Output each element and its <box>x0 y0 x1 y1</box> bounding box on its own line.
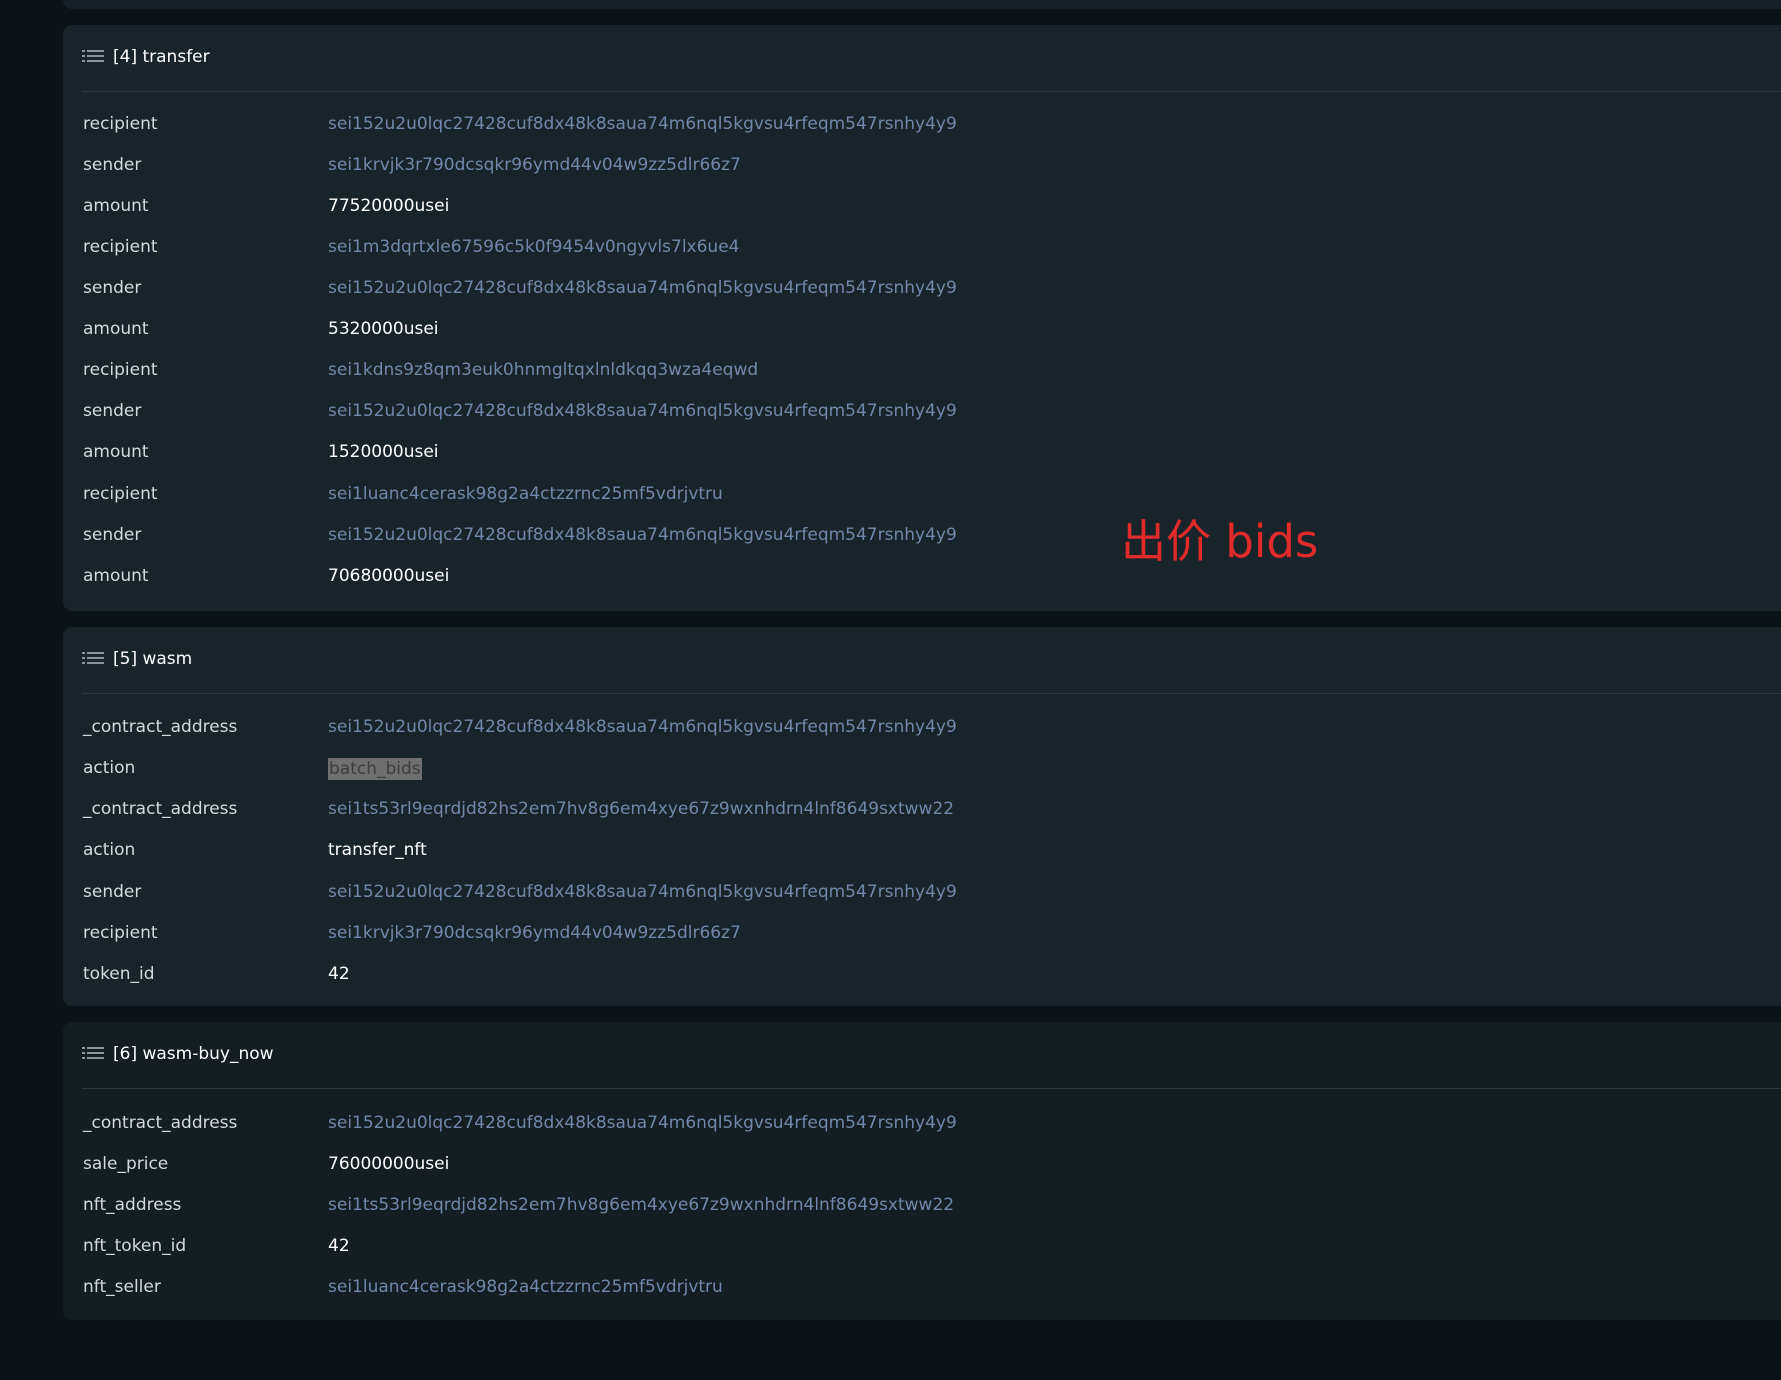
attribute-row: amount 70680000usei <box>83 555 1683 596</box>
attribute-key: sender <box>83 155 142 175</box>
attribute-key: nft_seller <box>83 1277 161 1297</box>
address-link[interactable]: sei152u2u0lqc27428cuf8dx48k8saua74m6nql5… <box>328 1113 957 1133</box>
address-link[interactable]: sei1krvjk3r790dcsqkr96ymd44v04w9zz5dlr66… <box>328 155 741 175</box>
address-link[interactable]: sei1luanc4cerask98g2a4ctzzrnc25mf5vdrjvt… <box>328 1277 723 1297</box>
attribute-key: sender <box>83 401 142 421</box>
attribute-key: recipient <box>83 923 158 943</box>
attribute-row: amount 1520000usei <box>83 431 1683 472</box>
attribute-key: nft_token_id <box>83 1236 187 1256</box>
address-link[interactable]: sei152u2u0lqc27428cuf8dx48k8saua74m6nql5… <box>328 401 957 421</box>
attribute-value: 70680000usei <box>328 566 450 586</box>
attribute-key: _contract_address <box>83 799 238 819</box>
attribute-key: action <box>83 840 136 860</box>
attribute-key: amount <box>83 196 149 216</box>
list-icon <box>82 1047 104 1059</box>
attribute-key: _contract_address <box>83 1113 238 1133</box>
attribute-row: recipient sei1m3dqrtxle67596c5k0f9454v0ng… <box>83 226 1683 267</box>
attribute-key: recipient <box>83 360 158 380</box>
annotation-label: 出价 bids <box>1121 515 1319 568</box>
attribute-key: recipient <box>83 237 158 257</box>
address-link[interactable]: sei152u2u0lqc27428cuf8dx48k8saua74m6nql5… <box>328 882 957 902</box>
event-header: [5] wasm <box>82 627 1781 694</box>
event-title: [4] transfer <box>113 47 210 67</box>
attribute-key: recipient <box>83 484 158 504</box>
attribute-row: recipient sei152u2u0lqc27428cuf8dx48k8sau… <box>83 103 1683 144</box>
address-link[interactable]: sei1luanc4cerask98g2a4ctzzrnc25mf5vdrjvt… <box>328 484 723 504</box>
attribute-row: sender sei152u2u0lqc27428cuf8dx48k8saua74… <box>83 267 1683 308</box>
address-link[interactable]: sei1ts53rl9eqrdjd82hs2em7hv8g6em4xye67z9… <box>328 799 954 819</box>
attribute-row: recipient sei1luanc4cerask98g2a4ctzzrnc25… <box>83 473 1683 514</box>
attribute-key: sender <box>83 525 142 545</box>
address-link[interactable]: sei1ts53rl9eqrdjd82hs2em7hv8g6em4xye67z9… <box>328 1195 954 1215</box>
attribute-row: action transfer_nft <box>83 829 1683 870</box>
event-title: [5] wasm <box>113 649 193 669</box>
highlighted-value: batch_bids <box>328 758 422 780</box>
attribute-row: nft_token_id 42 <box>83 1225 1683 1266</box>
attribute-row: _contract_address sei152u2u0lqc27428cuf8d… <box>83 706 1683 747</box>
attribute-value: 77520000usei <box>328 196 450 216</box>
attribute-key: sale_price <box>83 1154 169 1174</box>
attribute-value: 76000000usei <box>328 1154 450 1174</box>
attribute-value: 42 <box>328 1236 350 1256</box>
attribute-key: action <box>83 758 136 778</box>
address-link[interactable]: sei1kdns9z8qm3euk0hnmgltqxlnldkqq3wza4eq… <box>328 360 758 380</box>
attribute-row: amount 5320000usei <box>83 308 1683 349</box>
previous-panel-edge <box>63 0 1781 9</box>
event-title: [6] wasm-buy_now <box>113 1044 274 1064</box>
address-link[interactable]: sei152u2u0lqc27428cuf8dx48k8saua74m6nql5… <box>328 114 957 134</box>
attribute-value: 42 <box>328 964 350 984</box>
attribute-key: sender <box>83 278 142 298</box>
attribute-row: amount 77520000usei <box>83 185 1683 226</box>
attribute-value: transfer_nft <box>328 840 427 860</box>
event-panel-transfer: [4] transfer recipient sei152u2u0lqc27428… <box>63 25 1781 611</box>
event-panel-wasm-buy-now: [6] wasm-buy_now _contract_address sei152… <box>63 1022 1781 1320</box>
attribute-row: action batch_bids <box>83 747 1683 788</box>
attribute-row: sender sei152u2u0lqc27428cuf8dx48k8saua74… <box>83 390 1683 431</box>
list-icon <box>82 652 104 664</box>
attribute-key: amount <box>83 442 149 462</box>
attribute-key: token_id <box>83 964 155 984</box>
address-link[interactable]: sei152u2u0lqc27428cuf8dx48k8saua74m6nql5… <box>328 278 957 298</box>
attribute-row: token_id 42 <box>83 953 1683 994</box>
attribute-key: _contract_address <box>83 717 238 737</box>
attribute-row: _contract_address sei1ts53rl9eqrdjd82hs2e… <box>83 788 1683 829</box>
attribute-row: nft_address sei1ts53rl9eqrdjd82hs2em7hv8g… <box>83 1184 1683 1225</box>
attribute-row: recipient sei1krvjk3r790dcsqkr96ymd44v04w… <box>83 912 1683 953</box>
attribute-row: sale_price 76000000usei <box>83 1143 1683 1184</box>
attribute-value: 1520000usei <box>328 442 439 462</box>
address-link[interactable]: sei1krvjk3r790dcsqkr96ymd44v04w9zz5dlr66… <box>328 923 741 943</box>
attribute-row: sender sei152u2u0lqc27428cuf8dx48k8saua74… <box>83 871 1683 912</box>
event-header: [4] transfer <box>82 25 1781 92</box>
attribute-row: sender sei1krvjk3r790dcsqkr96ymd44v04w9zz… <box>83 144 1683 185</box>
attribute-row: sender sei152u2u0lqc27428cuf8dx48k8saua74… <box>83 514 1683 555</box>
attribute-key: recipient <box>83 114 158 134</box>
attribute-key: nft_address <box>83 1195 182 1215</box>
attribute-key: amount <box>83 566 149 586</box>
address-link[interactable]: sei152u2u0lqc27428cuf8dx48k8saua74m6nql5… <box>328 717 957 737</box>
attribute-row: nft_seller sei1luanc4cerask98g2a4ctzzrnc2… <box>83 1266 1683 1307</box>
attribute-value: 5320000usei <box>328 319 439 339</box>
address-link[interactable]: sei1m3dqrtxle67596c5k0f9454v0ngyvls7lx6u… <box>328 237 739 257</box>
attribute-row: _contract_address sei152u2u0lqc27428cuf8d… <box>83 1102 1683 1143</box>
attribute-row: recipient sei1kdns9z8qm3euk0hnmgltqxlnldk… <box>83 349 1683 390</box>
list-icon <box>82 50 104 62</box>
attribute-key: sender <box>83 882 142 902</box>
attribute-key: amount <box>83 319 149 339</box>
address-link[interactable]: sei152u2u0lqc27428cuf8dx48k8saua74m6nql5… <box>328 525 957 545</box>
event-header: [6] wasm-buy_now <box>82 1022 1781 1089</box>
event-panel-wasm: [5] wasm _contract_address sei152u2u0lqc2… <box>63 627 1781 1006</box>
